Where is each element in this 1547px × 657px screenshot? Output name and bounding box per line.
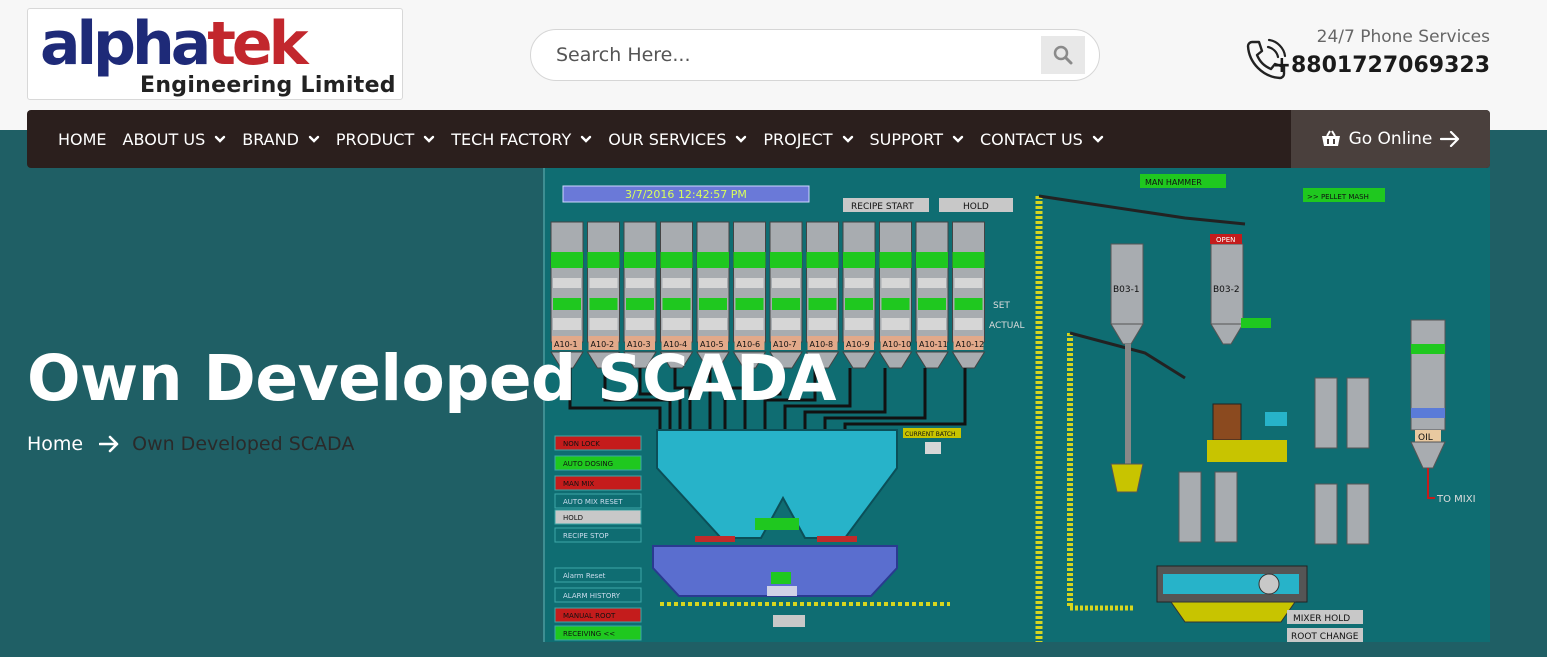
scada-control-button-label: ALARM HISTORY bbox=[563, 592, 621, 600]
nav-item-label: PRODUCT bbox=[335, 129, 415, 149]
logo-wordmark: alphatek bbox=[40, 9, 309, 79]
phone-services-label: 24/7 Phone Services bbox=[1316, 27, 1490, 47]
nav-item-label: ABOUT US bbox=[122, 129, 206, 149]
nav-item-label: SUPPORT bbox=[869, 129, 943, 149]
chevron-down-icon bbox=[581, 135, 592, 143]
search-input[interactable] bbox=[531, 30, 1041, 80]
scada-control-button: NON LOCK bbox=[554, 435, 642, 451]
search-button[interactable] bbox=[1041, 36, 1085, 74]
chevron-down-icon bbox=[952, 135, 964, 143]
scada-control-button: HOLD bbox=[554, 509, 642, 525]
basket-icon bbox=[1321, 130, 1340, 146]
scada-timestamp: 3/7/2016 12:42:57 PM bbox=[625, 188, 747, 201]
nav-item-about-us[interactable]: ABOUT US bbox=[123, 110, 227, 168]
scada-mixer-hold: MIXER HOLD bbox=[1293, 614, 1350, 624]
nav-item-label: BRAND bbox=[242, 129, 299, 149]
scada-man-hammer: MAN HAMMER bbox=[1145, 178, 1202, 187]
scada-control-button-label: NON LOCK bbox=[563, 440, 600, 448]
scada-control-button-label: RECEIVING << bbox=[563, 630, 615, 638]
logo-subtitle: Engineering Limited bbox=[140, 73, 396, 98]
nav-item-support[interactable]: SUPPORT bbox=[870, 110, 964, 168]
chevron-down-icon bbox=[424, 135, 435, 143]
scada-silo: A10-9 bbox=[842, 221, 876, 369]
chevron-down-icon bbox=[842, 135, 853, 143]
scada-silo-label: A10-9 bbox=[846, 340, 870, 349]
scada-silo: A10-12 bbox=[951, 221, 986, 369]
nav-item-label: TECH FACTORY bbox=[451, 129, 572, 149]
scada-control-button-label: RECIPE STOP bbox=[563, 532, 609, 540]
scada-control-button-label: MANUAL ROOT bbox=[563, 612, 616, 620]
scada-control-button-label: AUTO DOSING bbox=[563, 460, 613, 468]
scada-silo-label: A10-11 bbox=[919, 340, 948, 349]
search-box bbox=[530, 29, 1100, 81]
scada-control-button: AUTO DOSING bbox=[554, 455, 642, 471]
scada-control-button: MAN MIX bbox=[554, 475, 642, 491]
scada-silo-label: A10-10 bbox=[883, 340, 912, 349]
scada-actual-label: ACTUAL bbox=[989, 321, 1025, 331]
scada-open: OPEN bbox=[1216, 236, 1235, 244]
scada-control-button-label: HOLD bbox=[563, 514, 583, 522]
scada-control-button: MANUAL ROOT bbox=[554, 607, 642, 623]
scada-silo-label: A10-12 bbox=[956, 340, 985, 349]
scada-pellet-mash: >> PELLET MASH bbox=[1307, 193, 1369, 201]
scada-control-button-label: MAN MIX bbox=[563, 480, 594, 488]
nav-item-project[interactable]: PROJECT bbox=[763, 110, 853, 168]
company-logo[interactable]: alphatek Engineering Limited bbox=[27, 8, 403, 100]
chevron-down-icon bbox=[1092, 135, 1104, 143]
scada-control-button-label: Alarm Reset bbox=[563, 572, 606, 580]
scada-control-button: AUTO MIX RESET bbox=[554, 493, 642, 509]
page-title: Own Developed SCADA bbox=[27, 342, 837, 415]
nav-item-label: PROJECT bbox=[763, 129, 833, 149]
chevron-down-icon bbox=[215, 135, 226, 143]
scada-control-button: RECEIVING << bbox=[554, 625, 642, 641]
arrow-right-icon bbox=[1440, 131, 1460, 147]
breadcrumb: Home Own Developed SCADA bbox=[27, 433, 354, 455]
go-online-button[interactable]: Go Online bbox=[1291, 110, 1490, 168]
breadcrumb-current: Own Developed SCADA bbox=[132, 433, 355, 455]
scada-to-mixer: TO MIXI bbox=[1436, 494, 1476, 505]
scada-hold-top: HOLD bbox=[963, 202, 989, 212]
scada-silo: A10-10 bbox=[878, 221, 913, 369]
nav-item-label: OUR SERVICES bbox=[608, 129, 727, 149]
scada-control-button-label: AUTO MIX RESET bbox=[563, 498, 623, 506]
nav-item-label: CONTACT US bbox=[979, 129, 1083, 149]
nav-item-product[interactable]: PRODUCT bbox=[336, 110, 435, 168]
chevron-down-icon bbox=[736, 135, 747, 143]
main-nav: HOME ABOUT US BRAND PRODUCT TECH FACTORY OUR … bbox=[27, 110, 1490, 168]
scada-b03-1: B03-1 bbox=[1113, 285, 1140, 295]
arrow-right-icon bbox=[99, 435, 119, 453]
scada-control-button: ALARM HISTORY bbox=[554, 587, 642, 603]
phone-number[interactable]: +8801727069323 bbox=[1273, 53, 1490, 78]
nav-item-tech-factory[interactable]: TECH FACTORY bbox=[451, 110, 592, 168]
breadcrumb-home-link[interactable]: Home bbox=[27, 433, 83, 455]
nav-menu: HOME ABOUT US BRAND PRODUCT TECH FACTORY OUR … bbox=[27, 110, 1120, 168]
go-online-label: Go Online bbox=[1348, 129, 1433, 149]
nav-item-label: HOME bbox=[58, 129, 107, 149]
nav-item-contact-us[interactable]: CONTACT US bbox=[980, 110, 1104, 168]
chevron-down-icon bbox=[308, 135, 320, 143]
scada-silo: A10-11 bbox=[915, 221, 949, 369]
scada-control-button: Alarm Reset bbox=[554, 567, 642, 583]
scada-current-batch: CURRENT BATCH bbox=[905, 431, 956, 438]
scada-recipe-start: RECIPE START bbox=[851, 202, 914, 212]
scada-b03-2: B03-2 bbox=[1213, 285, 1240, 295]
scada-control-button: RECIPE STOP bbox=[554, 527, 642, 543]
scada-root-change: ROOT CHANGE bbox=[1291, 632, 1359, 642]
nav-item-brand[interactable]: BRAND bbox=[242, 110, 320, 168]
search-icon bbox=[1053, 45, 1073, 65]
nav-item-home[interactable]: HOME bbox=[58, 110, 107, 168]
scada-set-label: SET bbox=[993, 301, 1010, 311]
nav-item-our-services[interactable]: OUR SERVICES bbox=[608, 110, 747, 168]
